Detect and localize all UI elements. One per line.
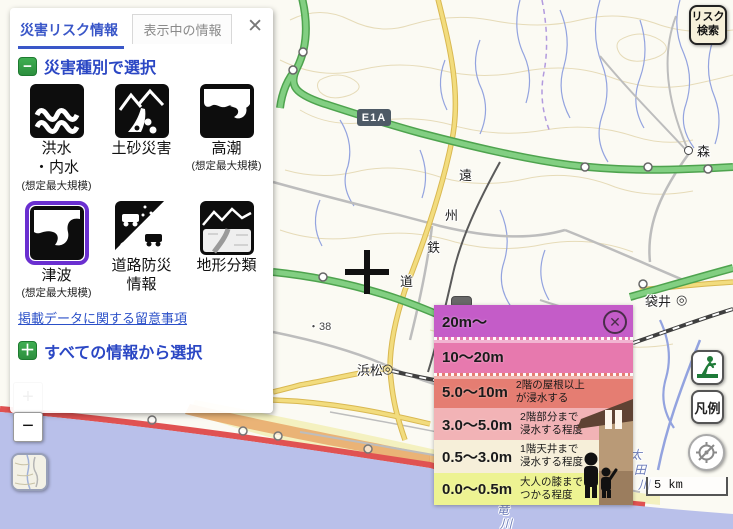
evacuation-button[interactable] xyxy=(691,350,724,385)
legend-range: 10～20m xyxy=(442,346,504,367)
hazard-item-road[interactable]: 道路防災 情報 xyxy=(99,201,184,300)
route-shield-e1a: E1A xyxy=(357,109,391,126)
risk-search-button[interactable]: リスク 検索 xyxy=(689,5,727,45)
gps-locate-button[interactable] xyxy=(688,434,725,471)
hazard-item-flood[interactable]: 洪水 ・内水 (想定最大規模) xyxy=(14,84,99,193)
risk-search-label-1: リスク xyxy=(692,11,725,25)
hazard-item-landform[interactable]: 地形分類 xyxy=(184,201,269,300)
hazard-label: 道路防災 xyxy=(111,257,171,274)
town-marker-fukuroi: ◎ xyxy=(676,292,687,308)
tsunami-depth-legend: 20m～ ✕ 10～20m 5.0～10m 2階の屋根以上が浸水する 3.0～5… xyxy=(434,305,633,505)
legend-range: 20m～ xyxy=(442,311,487,332)
section-title-all-info: すべての情報から選択 xyxy=(44,339,202,363)
hazard-note: (想定最大規模) xyxy=(22,285,92,300)
legend-row: 10～20m xyxy=(434,337,633,372)
storm-surge-icon xyxy=(200,84,254,138)
place-label-fukuroi: 袋井 xyxy=(645,291,671,310)
hazard-item-landslide[interactable]: 土砂災害 xyxy=(99,84,184,193)
hazard-note: (想定最大規模) xyxy=(192,158,262,173)
disaster-risk-panel: 災害リスク情報 表示中の情報 ✕ − 災害種別で選択 洪水 ・内水 (想定最大規… xyxy=(10,8,273,413)
legend-row: 20m～ ✕ xyxy=(434,305,633,337)
data-notes-link[interactable]: 掲載データに関する留意事項 xyxy=(18,308,187,327)
hazard-label: 洪水 xyxy=(41,140,71,157)
legend-row: 0.5～3.0m 1階天井まで浸水する程度 xyxy=(434,440,633,472)
town-marker-hamamatsu: ◎ xyxy=(382,361,393,377)
hazard-item-tsunami[interactable]: 津波 (想定最大規模) xyxy=(14,201,99,300)
tab-displayed-info[interactable]: 表示中の情報 xyxy=(132,14,232,44)
legend-desc: 大人の膝までつかる程度 xyxy=(520,476,583,502)
hazard-label: 津波 xyxy=(41,267,71,284)
landform-icon xyxy=(200,201,254,255)
collapse-minus-icon[interactable]: − xyxy=(18,57,37,76)
legend-range: 0.5～3.0m xyxy=(442,446,512,467)
road-hazard-icon xyxy=(115,201,169,255)
section-header-by-type: − 災害種別で選択 xyxy=(10,44,273,82)
running-person-icon xyxy=(695,355,720,380)
hazard-label: 地形分類 xyxy=(196,257,256,274)
place-label-hamamatsu: 浜松 xyxy=(357,360,383,379)
legend-desc: 2階の屋根以上が浸水する xyxy=(516,379,585,405)
railway-name-char-4: 道 xyxy=(400,271,413,290)
legend-close-icon[interactable]: ✕ xyxy=(603,310,627,334)
tsunami-icon xyxy=(30,206,84,260)
zoom-out-button[interactable]: − xyxy=(13,412,43,442)
railway-name-char-2: 州 xyxy=(445,205,458,224)
selected-hazard-border xyxy=(25,201,89,265)
landslide-icon xyxy=(115,84,169,138)
section-header-all-info: ＋ すべての情報から選択 xyxy=(10,329,273,367)
legend-button[interactable]: 凡例 xyxy=(691,390,724,424)
legend-row: 5.0～10m 2階の屋根以上が浸水する xyxy=(434,373,633,408)
hazard-note: (想定最大規模) xyxy=(22,178,92,193)
legend-button-label: 凡例 xyxy=(694,398,720,417)
tab-disaster-risk-info[interactable]: 災害リスク情報 xyxy=(18,16,124,49)
hazard-map-app: E1A 森 袋井 ◎ 浜松 ◎ ・38 遠 州 鉄 道 竜 川 太 田 川 災害… xyxy=(0,0,733,529)
railway-name-char-1: 遠 xyxy=(459,165,472,184)
hazard-item-storm-surge[interactable]: 高潮 (想定最大規模) xyxy=(184,84,269,193)
map-center-crosshair xyxy=(364,250,370,294)
minimap-toggle-button[interactable] xyxy=(11,453,48,491)
compass-disabled-icon xyxy=(695,441,718,464)
scale-label: 5 km xyxy=(654,478,683,492)
legend-desc: 2階部分まで浸水する程度 xyxy=(520,411,583,437)
section-title-by-type: 災害種別で選択 xyxy=(44,54,156,78)
hazard-label: 土砂災害 xyxy=(111,140,171,157)
legend-row: 3.0～5.0m 2階部分まで浸水する程度 xyxy=(434,408,633,440)
hazard-label-2: 情報 xyxy=(126,276,156,293)
legend-range: 0.0～0.5m xyxy=(442,478,512,499)
minimap-thumbnail xyxy=(13,455,46,489)
hazard-type-grid: 洪水 ・内水 (想定最大規模) 土砂災害 xyxy=(10,82,273,300)
flood-icon xyxy=(30,84,84,138)
risk-search-label-2: 検索 xyxy=(697,25,719,39)
legend-range: 3.0～5.0m xyxy=(442,414,512,435)
legend-range: 5.0～10m xyxy=(442,381,508,402)
scale-bar: 5 km xyxy=(646,477,728,496)
hazard-label-2: ・内水 xyxy=(34,159,79,176)
place-label-mori: 森 xyxy=(697,141,710,160)
expand-plus-icon[interactable]: ＋ xyxy=(18,341,37,360)
legend-desc: 1階天井まで浸水する程度 xyxy=(520,443,583,469)
spot-elevation-label: ・38 xyxy=(308,318,331,334)
legend-row: 0.0～0.5m 大人の膝までつかる程度 xyxy=(434,473,633,505)
town-marker-mori xyxy=(684,146,693,155)
river-label-tenryu-2: 川 xyxy=(500,515,512,529)
hazard-label: 高潮 xyxy=(211,140,241,157)
close-icon[interactable]: ✕ xyxy=(247,17,263,36)
panel-tab-bar: 災害リスク情報 表示中の情報 ✕ xyxy=(10,8,273,44)
railway-name-char-3: 鉄 xyxy=(427,237,440,256)
